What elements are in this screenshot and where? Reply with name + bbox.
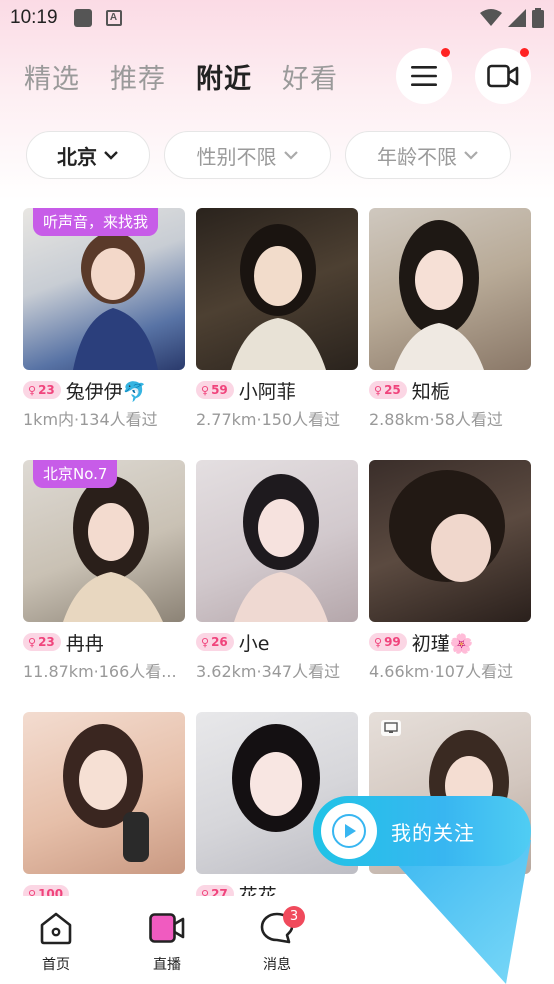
distance-views: 4.66km·107人看过 (369, 662, 514, 681)
distance-views: 2.88km·58人看过 (369, 410, 503, 429)
video-notification-dot (520, 48, 529, 57)
age-badge: ♀ 99 (369, 633, 407, 651)
distance-views: 1km内·134人看过 (23, 410, 158, 429)
battery-icon (532, 8, 544, 28)
female-icon: ♀ (374, 383, 383, 397)
user-card[interactable]: ♀ 26 小e 3.62km·347人看过 (196, 460, 358, 690)
tab-recommend[interactable]: 推荐 (110, 57, 166, 96)
age-filter-label: 年龄不限 (377, 144, 457, 169)
female-icon: ♀ (201, 383, 210, 397)
female-icon: ♀ (201, 635, 210, 649)
user-photo (196, 460, 358, 622)
card-meta: ♀ 59 小阿菲 (196, 378, 366, 403)
nav-home[interactable]: 首页 (16, 906, 96, 974)
female-icon: ♀ (374, 635, 383, 649)
chevron-down-icon (104, 151, 118, 160)
age-value: 23 (38, 635, 55, 649)
user-card[interactable]: ♀ 25 知栀 2.88km·58人看过 (369, 208, 531, 438)
signal-icon (508, 9, 526, 27)
menu-button[interactable] (396, 48, 452, 104)
card-meta: ♀ 23 兔伊伊🐬 (23, 378, 193, 403)
user-photo (196, 208, 358, 370)
video-camera-icon (487, 64, 519, 88)
video-button[interactable] (475, 48, 531, 104)
user-photo (23, 712, 185, 874)
user-name: 知栀 (411, 380, 450, 403)
user-name: 小e (238, 632, 270, 655)
city-filter[interactable]: 北京 (26, 131, 150, 179)
gender-filter[interactable]: 性别不限 (164, 131, 331, 179)
age-value: 26 (211, 635, 228, 649)
age-value: 23 (38, 383, 55, 397)
nav-messages[interactable]: 3 消息 (237, 906, 317, 974)
user-card[interactable]: 听声音，来找我 ♀ 23 兔伊伊🐬 1km内·134人看过 (23, 208, 185, 438)
age-value: 99 (384, 635, 401, 649)
status-time: 10:19 (10, 7, 58, 28)
age-value: 25 (384, 383, 401, 397)
card-meta: ♀ 99 初瑾🌸 (369, 630, 539, 655)
user-name: 小阿菲 (238, 380, 296, 403)
nav-home-label: 首页 (42, 957, 70, 973)
age-filter[interactable]: 年龄不限 (345, 131, 511, 179)
card-meta: ♀ 23 冉冉 (23, 630, 193, 655)
user-name: 初瑾🌸 (411, 632, 474, 655)
menu-notification-dot (441, 48, 450, 57)
tab-good-looking[interactable]: 好看 (282, 57, 338, 96)
menu-icon (411, 66, 437, 86)
card-tag: 北京No.7 (33, 460, 118, 488)
user-card[interactable]: ♀ 99 初瑾🌸 4.66km·107人看过 (369, 460, 531, 690)
user-name: 兔伊伊🐬 (65, 380, 147, 403)
distance-views: 2.77km·150人看过 (196, 410, 341, 429)
live-video-icon (149, 913, 185, 943)
age-badge: ♀ 26 (196, 633, 234, 651)
tab-nearby[interactable]: 附近 (196, 57, 252, 96)
my-follow-label: 我的关注 (391, 820, 475, 845)
user-photo (369, 460, 531, 622)
chevron-down-icon (283, 151, 298, 160)
my-follow-button[interactable]: 我的关注 (313, 796, 531, 866)
age-value: 59 (211, 383, 228, 397)
distance-views: 3.62km·347人看过 (196, 662, 341, 681)
user-name: 冉冉 (65, 632, 104, 655)
age-badge: ♀ 59 (196, 381, 234, 399)
user-photo (369, 208, 531, 370)
tab-selected[interactable]: 精选 (24, 57, 80, 96)
card-tag: 听声音，来找我 (33, 208, 159, 236)
card-meta: ♀ 25 知栀 (369, 378, 539, 403)
messages-badge: 3 (283, 906, 305, 928)
age-badge: ♀ 23 (23, 633, 61, 651)
age-badge: ♀ 25 (369, 381, 407, 399)
card-meta: ♀ 26 小e (196, 630, 366, 655)
notification-icon (73, 9, 92, 27)
gender-filter-label: 性别不限 (196, 144, 277, 169)
age-badge: ♀ 23 (23, 381, 61, 399)
user-card[interactable]: 北京No.7 ♀ 23 冉冉 11.87km·166人看... (23, 460, 185, 690)
play-icon (332, 814, 366, 848)
top-tabs: 精选 推荐 附近 好看 (24, 56, 368, 96)
home-icon (40, 912, 72, 945)
user-card[interactable]: ♀ 59 小阿菲 2.77km·150人看过 (196, 208, 358, 438)
city-filter-label: 北京 (57, 144, 97, 169)
status-bar: 10:19 A (0, 0, 554, 36)
wifi-icon (480, 9, 502, 26)
female-icon: ♀ (28, 383, 37, 397)
play-button[interactable] (321, 803, 377, 859)
distance-views: 11.87km·166人看... (23, 662, 177, 681)
nav-live[interactable]: 直播 (127, 906, 207, 974)
screen-icon (381, 720, 401, 736)
app-notification-icon: A (105, 10, 122, 26)
nav-live-label: 直播 (153, 957, 181, 973)
chevron-down-icon (464, 151, 478, 160)
female-icon: ♀ (28, 635, 37, 649)
nav-messages-label: 消息 (263, 957, 291, 973)
